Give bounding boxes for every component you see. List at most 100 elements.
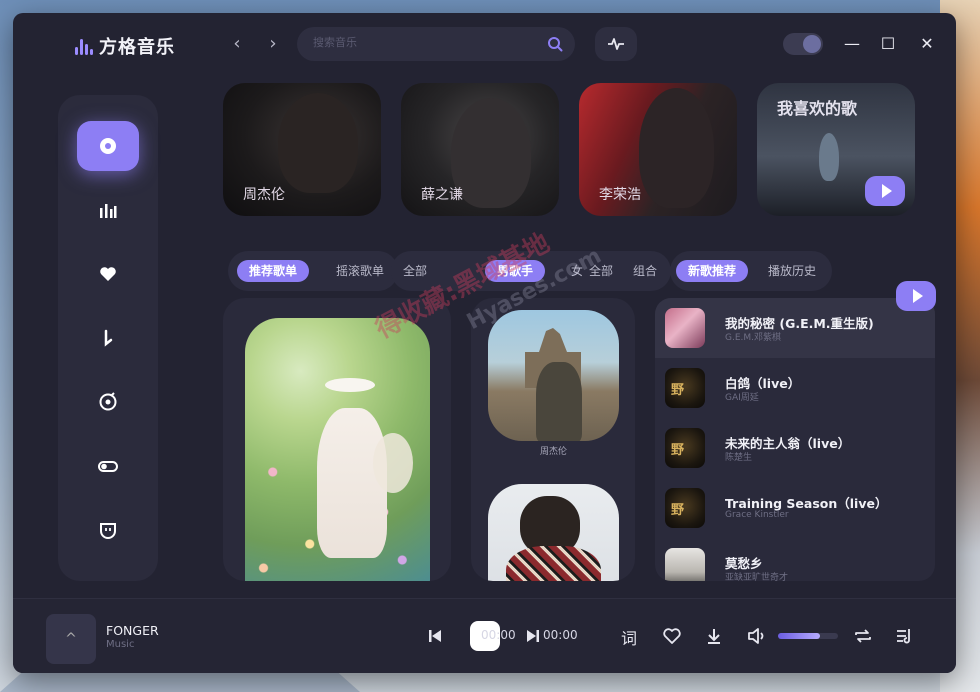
search-icon[interactable] bbox=[547, 36, 563, 52]
artist-card-label: 李荣浩 bbox=[599, 187, 641, 203]
disc-icon bbox=[100, 138, 116, 154]
sidebar-item-radio[interactable] bbox=[77, 377, 139, 427]
artist-photo bbox=[278, 93, 358, 193]
volume-level bbox=[778, 633, 820, 639]
close-icon[interactable]: ✕ bbox=[916, 33, 938, 55]
singer-name: 周杰伦 bbox=[539, 447, 567, 457]
heartbeat-button[interactable] bbox=[595, 27, 637, 61]
singer-card[interactable] bbox=[488, 310, 619, 441]
now-playing-subtitle: Music bbox=[106, 639, 135, 650]
song-cover bbox=[665, 548, 705, 581]
forward-arrow-icon[interactable]: › bbox=[262, 33, 284, 55]
sidebar-item-settings[interactable] bbox=[77, 441, 139, 491]
artist-card[interactable]: 薛之谦 bbox=[401, 83, 559, 216]
song-artist: G.E.M.邓紫棋 bbox=[725, 333, 782, 343]
singer-panel: 周杰伦 bbox=[471, 298, 635, 581]
playlist-panel bbox=[223, 298, 451, 581]
tab-play-history[interactable]: 播放历史 bbox=[756, 260, 828, 282]
volume-slider[interactable] bbox=[778, 633, 838, 639]
tab-new-songs[interactable]: 新歌推荐 bbox=[676, 260, 749, 282]
song-cover: 野 bbox=[665, 428, 705, 468]
song-artist: 陈楚生 bbox=[725, 453, 753, 463]
song-row[interactable]: 野 Training Season（live） Grace Kinstler bbox=[655, 478, 935, 538]
maximize-icon[interactable]: ☐ bbox=[877, 33, 899, 55]
song-artist: GAI周延 bbox=[725, 393, 759, 403]
artist-photo bbox=[451, 98, 531, 208]
artist-card-label: 周杰伦 bbox=[243, 187, 285, 203]
search-input[interactable] bbox=[311, 35, 535, 50]
song-row[interactable]: 莫愁乡 亚缺亚旷世奇才 bbox=[655, 538, 935, 581]
theme-toggle[interactable] bbox=[783, 33, 823, 55]
volume-icon[interactable] bbox=[747, 627, 767, 645]
sidebar-item-music[interactable] bbox=[77, 313, 139, 363]
artist-photo bbox=[639, 88, 714, 208]
play-all-button[interactable] bbox=[896, 281, 936, 311]
singer-figure bbox=[536, 362, 582, 441]
play-icon bbox=[912, 289, 923, 303]
song-cover: 野 bbox=[665, 488, 705, 528]
current-time: 00:00 bbox=[481, 628, 516, 642]
song-row[interactable]: 野 白鸽（live） GAI周延 bbox=[655, 358, 935, 418]
playlist-cover[interactable] bbox=[245, 318, 430, 581]
record-icon bbox=[99, 392, 117, 411]
favorites-title: 我喜欢的歌 bbox=[777, 99, 858, 118]
heart-icon bbox=[100, 267, 116, 281]
sidebar-item-profile[interactable] bbox=[77, 505, 139, 555]
song-row[interactable]: 我的秘密 (G.E.M.重生版) G.E.M.邓紫棋 bbox=[655, 298, 935, 358]
playlist-queue-icon[interactable] bbox=[896, 627, 914, 645]
singer-card[interactable] bbox=[488, 484, 619, 581]
song-artist: Grace Kinstler bbox=[725, 510, 789, 520]
favorites-card[interactable]: 我喜欢的歌 bbox=[757, 83, 915, 216]
bar-chart-icon bbox=[100, 204, 117, 218]
player-bar: ^ FONGER Music 00:00 00:00 词 bbox=[13, 598, 956, 673]
total-time: 00:00 bbox=[543, 628, 578, 642]
like-icon[interactable] bbox=[662, 627, 682, 645]
app-logo: 方格音乐 bbox=[75, 33, 175, 59]
artist-card[interactable]: 李荣浩 bbox=[579, 83, 737, 216]
logo-icon bbox=[75, 37, 93, 55]
hat-shape bbox=[325, 378, 375, 392]
tab-male-singers[interactable]: 男歌手 bbox=[485, 260, 546, 282]
parasol-shape bbox=[373, 433, 413, 493]
app-window: 方格音乐 ‹ › — ☐ ✕ bbox=[13, 13, 956, 673]
download-icon[interactable] bbox=[706, 627, 722, 645]
cover-logo: 野 bbox=[671, 383, 685, 398]
tab-rock-playlists[interactable]: 摇滚歌单 bbox=[324, 260, 396, 282]
minimize-icon[interactable]: — bbox=[841, 33, 863, 55]
tab-all[interactable]: 全部 bbox=[391, 260, 439, 282]
pulse-icon bbox=[608, 38, 624, 50]
previous-icon[interactable] bbox=[427, 628, 443, 644]
app-name: 方格音乐 bbox=[99, 37, 175, 58]
song-row[interactable]: 野 未来的主人翁（live） 陈楚生 bbox=[655, 418, 935, 478]
music-note-icon bbox=[104, 329, 113, 347]
sidebar bbox=[58, 95, 158, 581]
tab-groups[interactable]: 组合 bbox=[621, 260, 669, 282]
search-box[interactable] bbox=[297, 27, 575, 61]
tab-recommended-playlists[interactable]: 推荐歌单 bbox=[237, 260, 310, 282]
play-icon bbox=[881, 184, 892, 198]
song-list: 我的秘密 (G.E.M.重生版) G.E.M.邓紫棋 野 白鸽（live） GA… bbox=[655, 298, 935, 581]
artist-card-label: 薛之谦 bbox=[421, 187, 463, 203]
song-cover: 野 bbox=[665, 368, 705, 408]
play-favorites-button[interactable] bbox=[865, 176, 905, 206]
sweater-shape bbox=[506, 546, 601, 581]
sidebar-item-charts[interactable] bbox=[77, 185, 139, 235]
repeat-icon[interactable] bbox=[853, 627, 873, 645]
sidebar-item-discover[interactable] bbox=[77, 121, 139, 171]
song-tabs: 新歌推荐 播放历史 bbox=[670, 251, 832, 291]
now-playing-title: FONGER bbox=[106, 623, 159, 638]
astronaut-figure bbox=[819, 133, 839, 181]
back-arrow-icon[interactable]: ‹ bbox=[226, 33, 248, 55]
artist-card[interactable]: 周杰伦 bbox=[223, 83, 381, 216]
song-artist: 亚缺亚旷世奇才 bbox=[725, 573, 789, 581]
moon-icon bbox=[803, 35, 821, 53]
sidebar-item-favorites[interactable] bbox=[77, 249, 139, 299]
tab-all-singers[interactable]: 全部 bbox=[577, 260, 625, 282]
cover-logo: 野 bbox=[671, 503, 685, 518]
cover-logo: 野 bbox=[671, 443, 685, 458]
dress-figure bbox=[317, 408, 387, 558]
playlist-tabs: 推荐歌单 摇滚歌单 bbox=[228, 251, 398, 291]
next-icon[interactable] bbox=[525, 628, 541, 644]
now-playing-cover[interactable]: ^ bbox=[46, 614, 96, 664]
lyrics-button[interactable]: 词 bbox=[621, 625, 637, 649]
